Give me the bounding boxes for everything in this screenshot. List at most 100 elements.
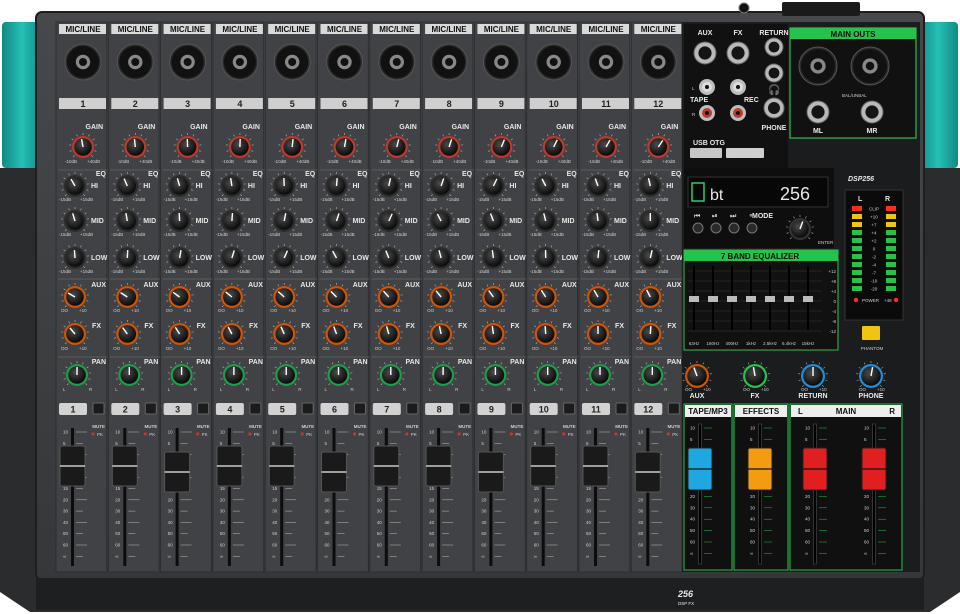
mic-line-input-jack[interactable] xyxy=(273,43,311,81)
eq-band-slider[interactable] xyxy=(765,296,775,302)
channel-fader[interactable] xyxy=(477,451,504,493)
eq-band-slider[interactable] xyxy=(708,296,718,302)
channel-fader[interactable] xyxy=(425,445,452,487)
mic-line-input-jack[interactable] xyxy=(221,43,259,81)
channel-fader[interactable] xyxy=(164,451,191,493)
xlr-socket xyxy=(813,61,823,71)
mute-button[interactable] xyxy=(144,402,157,415)
mic-line-input-jack[interactable] xyxy=(378,43,416,81)
channel-fader[interactable] xyxy=(111,445,138,487)
mute-button[interactable] xyxy=(249,402,262,415)
input-label: MIC/LINE xyxy=(170,25,206,34)
channel-fader[interactable] xyxy=(634,451,661,493)
main-out-r-xlr[interactable] xyxy=(850,46,890,86)
return-jack-label: RETURN xyxy=(759,30,788,37)
previous-button[interactable] xyxy=(692,222,704,234)
mute-button[interactable] xyxy=(458,402,471,415)
mute-label: MUTE xyxy=(249,424,262,429)
fx-label: FX xyxy=(92,323,101,330)
phone-out-jack[interactable] xyxy=(763,97,785,119)
mute-button[interactable] xyxy=(615,402,628,415)
eq-scale-min: -15dB xyxy=(268,197,280,202)
tape-mp3-fader[interactable] xyxy=(687,447,713,491)
mode-button[interactable] xyxy=(746,222,758,234)
mute-button[interactable] xyxy=(197,402,210,415)
tape-rca-jack[interactable] xyxy=(699,79,715,95)
eq-band-slider[interactable] xyxy=(784,296,794,302)
fader-slot xyxy=(175,428,179,566)
peak-led xyxy=(614,432,618,436)
return-l-jack[interactable] xyxy=(764,37,784,57)
usb-otg-port[interactable] xyxy=(690,148,722,158)
aux-out-jack[interactable] xyxy=(693,41,717,65)
eq-band-slider[interactable] xyxy=(689,296,699,302)
fx-out-jack[interactable] xyxy=(726,41,750,65)
pan-label: PAN xyxy=(353,359,367,366)
next-button[interactable] xyxy=(728,222,740,234)
fader-scale-label: ∞ xyxy=(63,554,66,559)
channel-fader[interactable] xyxy=(582,445,609,487)
eq-scale-min: -15dB xyxy=(216,232,228,237)
rec-rca-jack[interactable] xyxy=(730,105,746,121)
master-fader-slot xyxy=(758,423,762,565)
eq-scale-min: -15dB xyxy=(582,269,594,274)
mic-line-input-jack[interactable] xyxy=(64,43,102,81)
mute-button[interactable] xyxy=(563,402,576,415)
fader-scale-label: 50 xyxy=(168,531,174,536)
mic-line-input-jack[interactable] xyxy=(535,43,573,81)
mute-button[interactable] xyxy=(510,402,523,415)
channel-number: 12 xyxy=(653,99,663,109)
pk-label: PK xyxy=(97,432,103,437)
aux-scale-min: OO xyxy=(532,308,540,313)
channel-fader[interactable] xyxy=(216,445,243,487)
tape-rca-jack[interactable] xyxy=(699,105,715,121)
fader-scale-label: 60 xyxy=(115,543,121,548)
channel-fader[interactable] xyxy=(268,445,295,487)
mute-button[interactable] xyxy=(354,402,366,415)
aux-scale-max: +10 xyxy=(341,308,349,313)
meter-scale-label: -4 xyxy=(872,263,876,268)
eq-scale-min: -15dB xyxy=(373,232,385,237)
effects-fader[interactable] xyxy=(747,447,773,491)
fx-label: FX xyxy=(615,323,624,330)
main-l-fader[interactable] xyxy=(802,447,828,491)
mute-button[interactable] xyxy=(667,402,680,415)
fader-scale-label: 40 xyxy=(481,520,487,525)
channel-fader[interactable] xyxy=(321,451,347,493)
channel-fader[interactable] xyxy=(59,445,86,487)
power-label: POWER xyxy=(862,298,880,303)
play-pause-button[interactable] xyxy=(710,222,722,234)
eq-freq-label: 2.5kHz xyxy=(763,341,778,346)
mic-line-input-jack[interactable] xyxy=(430,43,468,81)
knob-scale-min: OO xyxy=(743,387,751,392)
fader-scale-label: 20 xyxy=(272,497,278,502)
mic-line-input-jack[interactable] xyxy=(587,43,625,81)
main-out-l-xlr[interactable] xyxy=(798,46,838,86)
eq-band-label: LOW xyxy=(509,255,526,262)
mic-line-input-jack[interactable] xyxy=(482,43,520,81)
eq-band-slider[interactable] xyxy=(803,296,813,302)
eq-band-slider[interactable] xyxy=(746,296,756,302)
mute-button[interactable] xyxy=(301,402,314,415)
master-fader-scale: 50 xyxy=(864,528,870,533)
phantom-power-button[interactable] xyxy=(862,326,880,340)
channel-fader[interactable] xyxy=(373,445,400,487)
mute-button[interactable] xyxy=(406,402,419,415)
main-out-l-jack[interactable] xyxy=(806,100,830,124)
mic-line-input-jack[interactable] xyxy=(326,43,363,81)
main-r-fader[interactable] xyxy=(861,447,887,491)
mute-button[interactable] xyxy=(92,402,105,415)
eq-band-slider[interactable] xyxy=(727,296,737,302)
mic-line-input-jack[interactable] xyxy=(639,43,677,81)
main-out-r-jack[interactable] xyxy=(860,100,884,124)
rec-rca-jack[interactable] xyxy=(730,79,746,95)
channel-fader[interactable] xyxy=(530,445,557,487)
eq-scale-min: -15dB xyxy=(216,269,228,274)
return-r-jack[interactable] xyxy=(764,63,784,83)
top-jack[interactable] xyxy=(738,2,750,14)
mic-line-input-jack[interactable] xyxy=(116,43,154,81)
mic-line-input-jack[interactable] xyxy=(169,43,207,81)
knob-cap xyxy=(432,288,450,306)
aux-scale-min: OO xyxy=(479,308,487,313)
mute-label: MUTE xyxy=(668,424,681,429)
